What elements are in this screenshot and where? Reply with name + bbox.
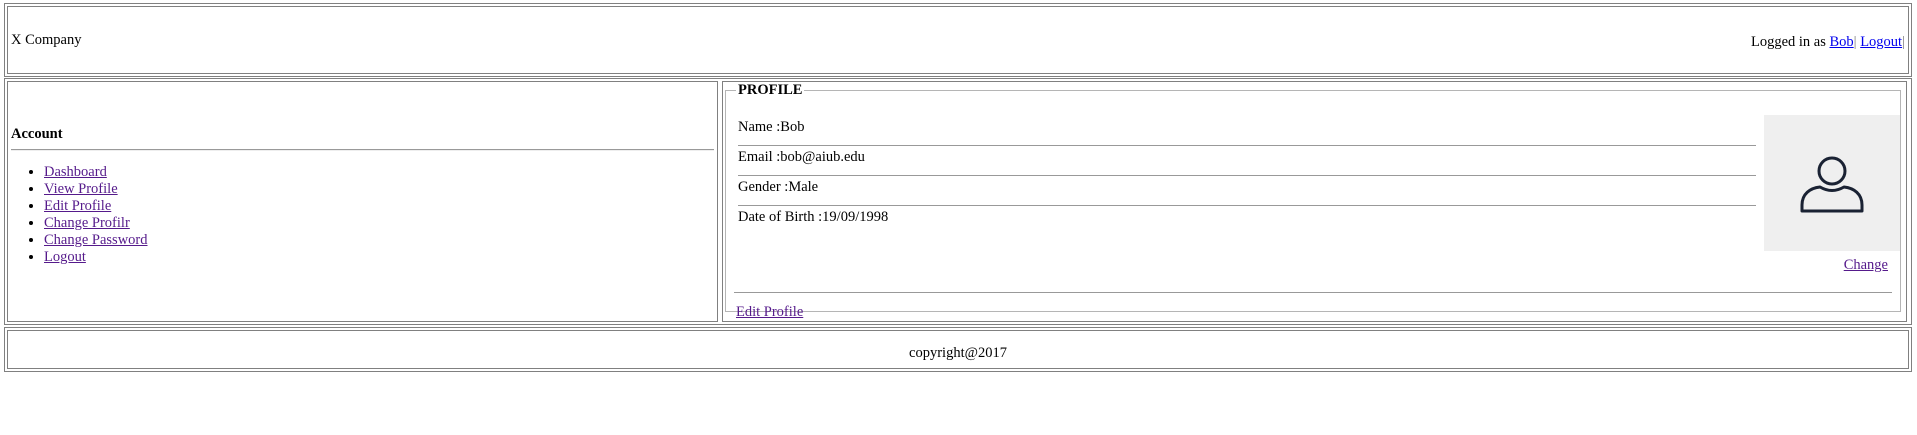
header-separator: | [1853,34,1857,50]
account-heading: Account [11,126,63,142]
menu-item-change-password: Change Password [44,232,148,249]
menu-item-logout: Logout [44,249,148,266]
logged-in-label: Logged in as [1750,34,1830,50]
field-label: Email : [738,149,781,165]
user-silhouette-icon [1800,156,1864,213]
menu-item-edit-profile: Edit Profile [44,198,148,215]
edit-profile-link[interactable]: Edit Profile [736,304,803,321]
name-field: Name :Bob [738,119,1756,146]
profile-legend: PROFILE [738,82,803,98]
field-value: 19/09/1998 [822,209,889,225]
view-profile-link[interactable]: View Profile [44,181,118,197]
field-value: Male [788,179,819,195]
change-profile-link[interactable]: Change Profilr [44,215,130,231]
sidebar-logout-link[interactable]: Logout [44,249,86,265]
header-inner: X Company Logged in as Bob| Logout| [7,6,1909,74]
main-layout: Account Dashboard View Profile Edit Prof… [4,78,1912,325]
field-divider [738,145,1756,146]
dob-field: Date of Birth :19/09/1998 [738,209,1756,226]
profile-fieldset: PROFILE Name :Bob Email :bob@aiub.edu Ge… [725,82,1901,320]
field-label: Name : [738,119,781,135]
sidebar: Account Dashboard View Profile Edit Prof… [7,81,718,322]
header-trailing-separator: | [1902,34,1905,50]
gender-field: Gender :Male [738,179,1756,206]
field-label: Gender : [738,179,789,195]
field-divider [738,175,1756,176]
field-value: bob@aiub.edu [780,149,865,165]
header: X Company Logged in as Bob| Logout| [4,3,1912,77]
company-name: X Company [11,32,82,48]
copyright-text: copyright@2017 [909,345,1007,361]
footer: copyright@2017 [4,327,1912,372]
email-field: Email :bob@aiub.edu [738,149,1756,176]
field-divider [738,205,1756,206]
menu-item-dashboard: Dashboard [44,164,148,181]
dashboard-link[interactable]: Dashboard [44,164,107,180]
field-value: Bob [780,119,805,135]
profile-panel: PROFILE Name :Bob Email :bob@aiub.edu Ge… [722,81,1907,322]
account-divider [11,149,714,151]
edit-profile-menu-link[interactable]: Edit Profile [44,198,111,214]
change-photo-link[interactable]: Change [1844,257,1888,274]
change-password-link[interactable]: Change Password [44,232,148,248]
header-logout-link[interactable]: Logout [1860,34,1902,50]
footer-inner: copyright@2017 [7,330,1909,369]
menu-item-change-profile: Change Profilr [44,215,148,232]
user-link[interactable]: Bob [1830,34,1854,50]
profile-divider [734,292,1892,293]
menu-item-view-profile: View Profile [44,181,148,198]
avatar [1764,115,1900,251]
field-label: Date of Birth : [738,209,823,225]
account-menu: Dashboard View Profile Edit Profile Chan… [8,164,148,266]
login-status: Logged in as Bob| Logout| [1751,34,1905,51]
